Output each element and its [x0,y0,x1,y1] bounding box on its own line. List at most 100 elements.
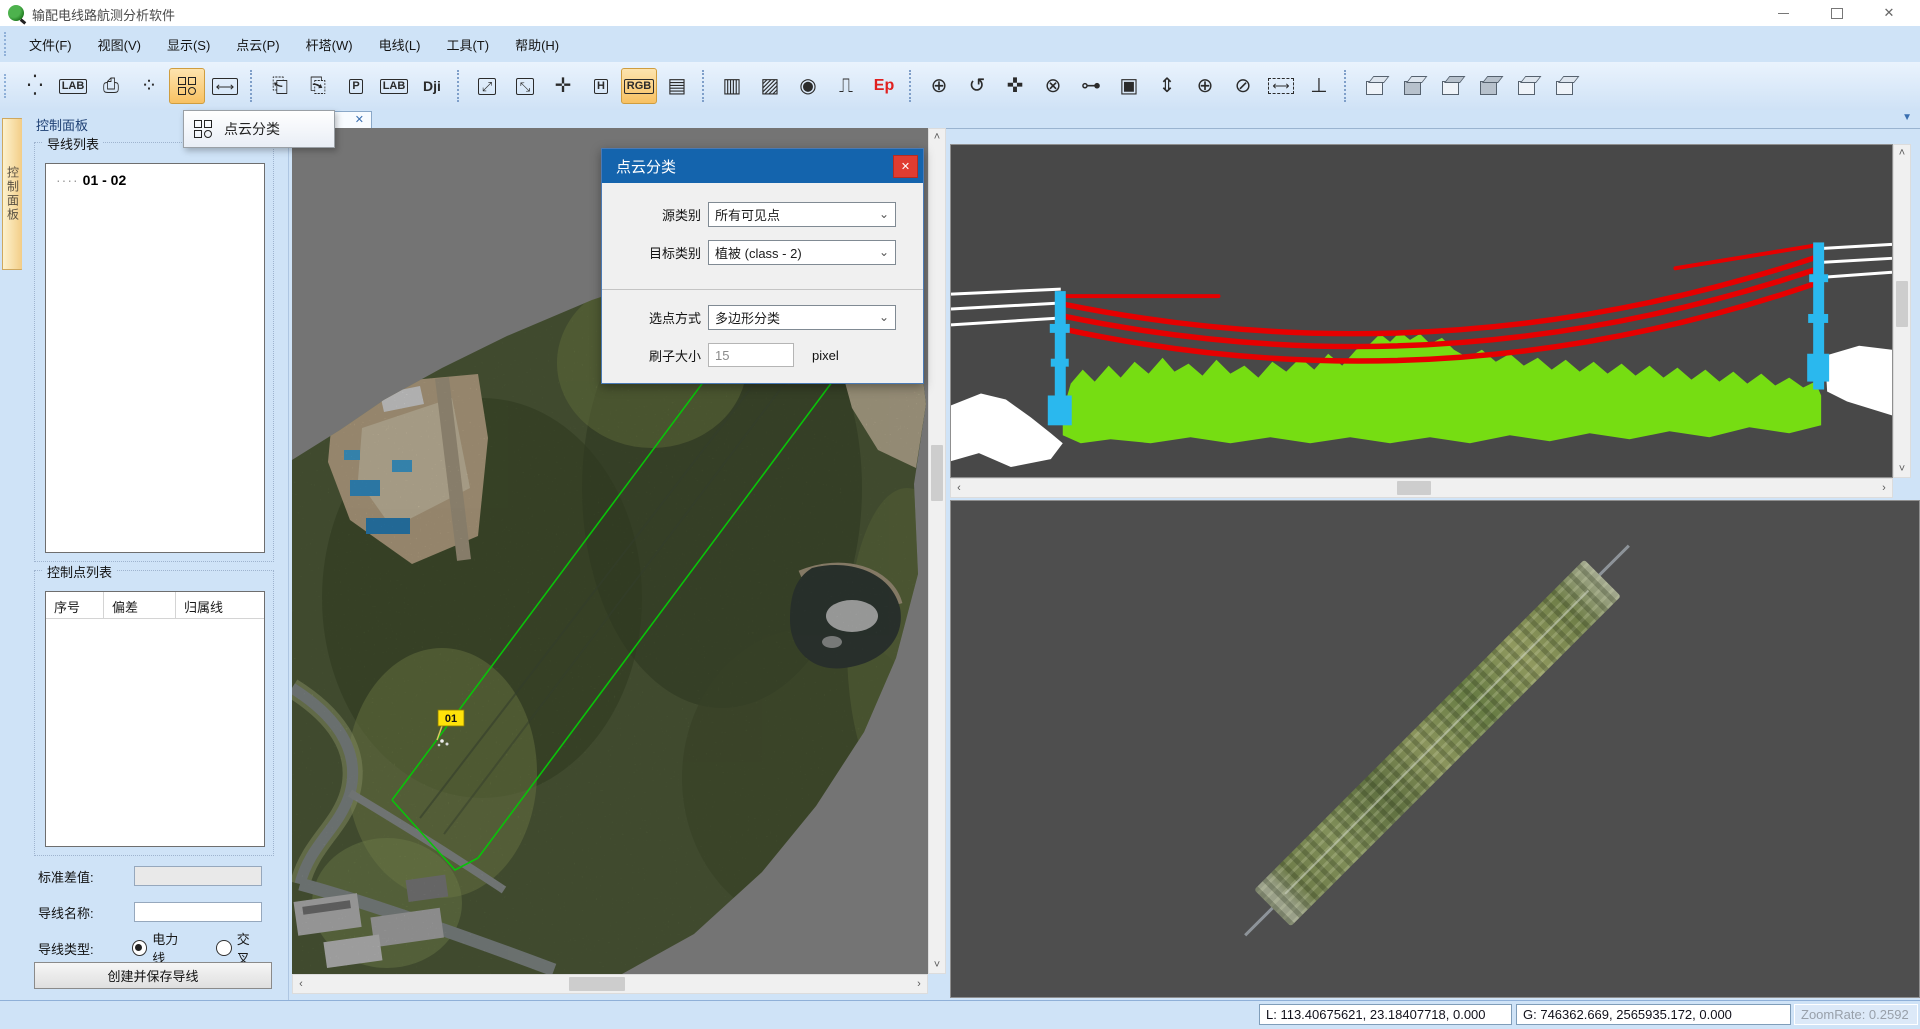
ruler-measure-button[interactable]: ▥ [714,68,750,104]
menu-tools[interactable]: 工具(T) [433,31,502,58]
tower-point-cloud-button[interactable]: ⁛ [17,68,53,104]
lab-report-button[interactable]: LAB [376,68,412,104]
source-class-select[interactable]: 所有可见点 ⌄ [708,202,896,227]
menu-pointcloud[interactable]: 点云(P) [223,31,292,58]
scrollbar-thumb[interactable] [1397,481,1431,495]
scrollbar-thumb[interactable] [569,977,625,991]
scrollbar-thumb[interactable] [931,445,943,501]
scroll-down-icon[interactable]: ˅ [929,957,945,973]
create-save-wire-button[interactable]: 创建并保存导线 [34,962,272,989]
histogram-report-button[interactable]: ⎍ [828,68,864,104]
control-point-table[interactable]: 序号 偏差 归属线 [45,591,265,847]
scroll-up-icon[interactable]: ˄ [1894,145,1910,161]
rgb-color-button[interactable]: RGB [621,68,657,104]
scatter-ratio-icon: ⁘ [141,76,158,96]
scrollbar-thumb[interactable] [1896,281,1908,327]
vertical-range-button[interactable]: ⇕ [1149,68,1185,104]
menu-file[interactable]: 文件(F) [16,31,85,58]
menu-view[interactable]: 视图(V) [85,31,154,58]
scroll-right-icon[interactable]: › [1876,480,1892,496]
menu-display[interactable]: 显示(S) [154,31,223,58]
image-view-button[interactable]: ▤ [659,68,695,104]
remove-circle-button[interactable]: ⊘ [1225,68,1261,104]
profile-vertical-scrollbar[interactable]: ˄ ˅ [1893,144,1911,478]
std-dev-input[interactable] [134,866,262,886]
grid-doc-button[interactable]: ▣ [1111,68,1147,104]
close-button[interactable]: ✕ [1866,0,1912,26]
menu-wire[interactable]: 电线(L) [366,31,434,58]
brush-size-input[interactable]: 15 [708,343,794,367]
zoom-extents-button[interactable]: ⤢ [469,68,505,104]
save-button[interactable]: ⎘ [300,68,336,104]
wire-name-input[interactable] [134,902,262,922]
center-vertical-scrollbar[interactable]: ˄ ˅ [928,128,946,974]
restore-button[interactable] [1814,0,1860,26]
cube-view-3-button[interactable] [1432,68,1468,104]
add-circle-icon: ⊕ [1197,76,1214,96]
dialog-title-bar[interactable]: 点云分类 [602,149,923,183]
scroll-left-icon[interactable]: ‹ [293,976,309,992]
open-project-button[interactable]: ⎗ [262,68,298,104]
restore-icon [1831,8,1843,19]
scroll-down-icon[interactable]: ˅ [1894,461,1910,477]
table-column-header[interactable]: 偏差 [104,592,176,618]
tab-list-dropdown-icon[interactable]: ▼ [1902,112,1912,123]
dialog-close-button[interactable]: ✕ [893,155,918,178]
drop-line-button[interactable]: ⊥ [1301,68,1337,104]
image-view-icon: ▤ [668,76,687,96]
center-horizontal-scrollbar[interactable]: ‹ › [292,974,928,994]
p-report-button[interactable]: P [338,68,374,104]
add-circle-button[interactable]: ⊕ [1187,68,1223,104]
fit-view-button[interactable]: ⤡ [507,68,543,104]
menu-help[interactable]: 帮助(H) [502,31,572,58]
scroll-up-icon[interactable]: ˄ [929,129,945,145]
height-color-button[interactable]: H [583,68,619,104]
wire-list-item[interactable]: ····01 - 02 [46,164,264,188]
global-coordinate-readout: G: 746362.669, 2565935.172, 0.000 [1516,1004,1791,1025]
wire-name-row: 导线名称: [38,900,262,924]
control-point-table-header: 序号 偏差 归属线 [46,592,264,619]
docked-panel-tab[interactable]: 控制面板 [2,118,24,270]
cube-view-6-button[interactable] [1546,68,1582,104]
wire-listbox[interactable]: ····01 - 02 [45,163,265,553]
strip-tail [1244,905,1276,937]
pick-mode-select[interactable]: 多边形分类 ⌄ [708,305,896,330]
scroll-right-icon[interactable]: › [911,976,927,992]
move-point-button[interactable]: ✜ [997,68,1033,104]
table-column-header[interactable]: 归属线 [176,592,264,618]
minimize-button[interactable] [1760,0,1806,26]
toolbar-separator [457,70,462,102]
toolbar-separator [909,70,914,102]
cube-view-1-button[interactable] [1356,68,1392,104]
topdown-view-canvas[interactable] [950,500,1920,998]
table-column-header[interactable]: 序号 [46,592,104,618]
cube-view-4-button[interactable] [1470,68,1506,104]
svg-text:01: 01 [445,713,457,725]
distance-capsule-button[interactable]: ⊶ [1073,68,1109,104]
delete-point-button[interactable]: ⊗ [1035,68,1071,104]
label-tag-button[interactable]: LAB [55,68,91,104]
scroll-left-icon[interactable]: ‹ [951,480,967,496]
profile-horizontal-scrollbar[interactable]: ‹ › [950,478,1893,498]
width-measure-button[interactable]: ⟷ [207,68,243,104]
location-pin-button[interactable]: ◉ [790,68,826,104]
cube-view-2-button[interactable] [1394,68,1430,104]
undo-view-button[interactable]: ↺ [959,68,995,104]
area-measure-button[interactable]: ▨ [752,68,788,104]
point-cloud-classify-dialog: 点云分类 ✕ 源类别 所有可见点 ⌄ 目标类别 植被 (class - 2) ⌄… [601,148,924,384]
target-class-select[interactable]: 植被 (class - 2) ⌄ [708,240,896,265]
control-panel: 控制面板 导线列表 ····01 - 02 控制点列表 序号 偏差 归属线 标准… [22,110,289,1000]
zoom-in-point-button[interactable]: ⊕ [921,68,957,104]
pan-hand-button[interactable]: ✛ [545,68,581,104]
menu-tower[interactable]: 杆塔(W) [293,31,366,58]
dashed-select-button[interactable]: ⟷ [1263,68,1299,104]
cube-view-5-button[interactable] [1508,68,1544,104]
drop-line-icon: ⊥ [1310,76,1327,96]
dji-button[interactable]: Dji [414,68,450,104]
scatter-ratio-button[interactable]: ⁘ [131,68,167,104]
point-cloud-classify-button[interactable] [169,68,205,104]
stamp-classify-button[interactable]: ⎙ [93,68,129,104]
tab-close-icon[interactable]: ✕ [355,115,364,126]
profile-view-canvas[interactable] [950,144,1893,478]
ep-button[interactable]: Ep [866,68,902,104]
